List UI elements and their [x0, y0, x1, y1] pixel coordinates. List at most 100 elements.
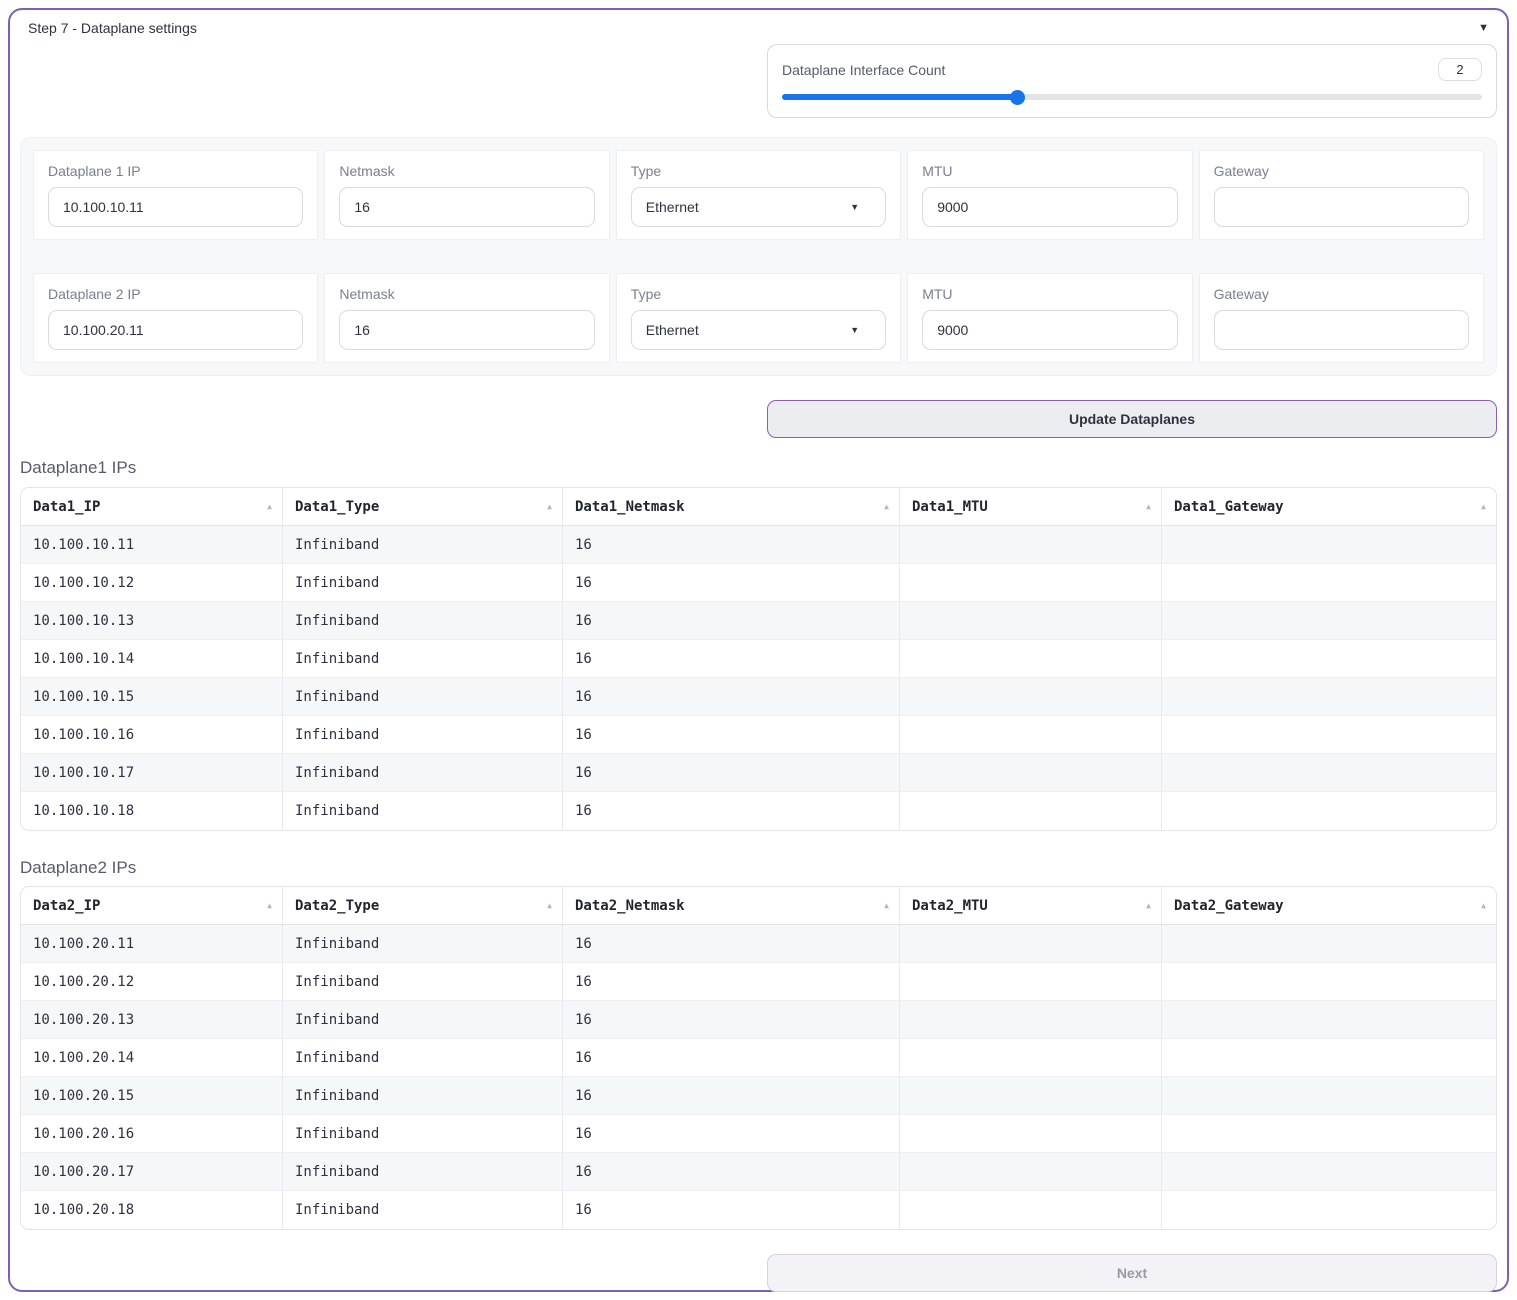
table-cell[interactable] [899, 1077, 1161, 1115]
table-cell[interactable]: 10.100.20.14 [21, 1039, 282, 1077]
table-cell[interactable] [899, 1191, 1161, 1229]
table-cell[interactable] [899, 678, 1161, 716]
table-cell[interactable]: 10.100.10.15 [21, 678, 282, 716]
table-cell[interactable]: Infiniband [282, 925, 562, 963]
table-cell[interactable] [1161, 792, 1496, 830]
column-header-data2-ip[interactable]: Data2_IP▲ [21, 887, 282, 925]
table-cell[interactable]: 10.100.20.17 [21, 1153, 282, 1191]
table-cell[interactable] [899, 1153, 1161, 1191]
table-cell[interactable]: Infiniband [282, 792, 562, 830]
table-cell[interactable]: 16 [562, 1191, 899, 1229]
table-cell[interactable]: 10.100.10.11 [21, 526, 282, 564]
table-cell[interactable] [899, 526, 1161, 564]
table-cell[interactable]: 16 [562, 564, 899, 602]
slider-value-box[interactable]: 2 [1438, 58, 1482, 81]
collapse-icon[interactable]: ▼ [1478, 20, 1489, 36]
table-cell[interactable]: Infiniband [282, 754, 562, 792]
slider-thumb[interactable] [1010, 90, 1025, 105]
table-cell[interactable]: 16 [562, 1077, 899, 1115]
table-cell[interactable]: 10.100.20.18 [21, 1191, 282, 1229]
table-cell[interactable] [899, 963, 1161, 1001]
table-cell[interactable] [1161, 1077, 1496, 1115]
gateway-input[interactable] [1214, 310, 1469, 350]
gateway-input[interactable] [1214, 187, 1469, 227]
table-cell[interactable] [1161, 925, 1496, 963]
table-cell[interactable] [1161, 678, 1496, 716]
next-button[interactable]: Next [767, 1254, 1497, 1292]
column-header-data1-netmask[interactable]: Data1_Netmask▲ [562, 488, 899, 526]
table-cell[interactable]: 10.100.10.13 [21, 602, 282, 640]
table-cell[interactable]: Infiniband [282, 716, 562, 754]
table-cell[interactable] [899, 1039, 1161, 1077]
table-cell[interactable] [1161, 1153, 1496, 1191]
table-cell[interactable]: Infiniband [282, 963, 562, 1001]
table-cell[interactable]: 16 [562, 1039, 899, 1077]
mtu-input[interactable] [922, 187, 1177, 227]
type-select[interactable]: Ethernet▼ [631, 310, 886, 350]
column-header-data2-type[interactable]: Data2_Type▲ [282, 887, 562, 925]
table-cell[interactable] [899, 1001, 1161, 1039]
table-cell[interactable]: 16 [562, 754, 899, 792]
table-cell[interactable] [1161, 640, 1496, 678]
table-cell[interactable]: 10.100.10.17 [21, 754, 282, 792]
table-cell[interactable]: Infiniband [282, 1115, 562, 1153]
table-cell[interactable]: 16 [562, 602, 899, 640]
table-cell[interactable]: Infiniband [282, 1077, 562, 1115]
table-cell[interactable]: 16 [562, 1153, 899, 1191]
column-header-data1-ip[interactable]: Data1_IP▲ [21, 488, 282, 526]
table-cell[interactable]: 10.100.20.12 [21, 963, 282, 1001]
table-cell[interactable] [899, 602, 1161, 640]
column-header-data2-gateway[interactable]: Data2_Gateway▲ [1161, 887, 1496, 925]
table-cell[interactable] [899, 716, 1161, 754]
table-cell[interactable]: Infiniband [282, 526, 562, 564]
table-cell[interactable]: 10.100.20.11 [21, 925, 282, 963]
table-cell[interactable]: 10.100.20.16 [21, 1115, 282, 1153]
update-dataplanes-button[interactable]: Update Dataplanes [767, 400, 1497, 438]
column-header-data1-mtu[interactable]: Data1_MTU▲ [899, 488, 1161, 526]
table-cell[interactable]: 16 [562, 963, 899, 1001]
table-cell[interactable] [1161, 754, 1496, 792]
table-cell[interactable] [1161, 564, 1496, 602]
table-cell[interactable]: Infiniband [282, 564, 562, 602]
table-cell[interactable]: 10.100.10.16 [21, 716, 282, 754]
table-cell[interactable] [1161, 1001, 1496, 1039]
table-cell[interactable]: Infiniband [282, 1039, 562, 1077]
table-cell[interactable]: 16 [562, 716, 899, 754]
table-cell[interactable]: 16 [562, 1001, 899, 1039]
table-cell[interactable] [899, 1115, 1161, 1153]
table-cell[interactable] [1161, 716, 1496, 754]
table-cell[interactable]: Infiniband [282, 678, 562, 716]
column-header-data1-gateway[interactable]: Data1_Gateway▲ [1161, 488, 1496, 526]
table-cell[interactable] [1161, 526, 1496, 564]
table-cell[interactable]: Infiniband [282, 1001, 562, 1039]
table-cell[interactable] [899, 754, 1161, 792]
column-header-data2-mtu[interactable]: Data2_MTU▲ [899, 887, 1161, 925]
table-cell[interactable] [899, 792, 1161, 830]
table-cell[interactable]: Infiniband [282, 602, 562, 640]
netmask-input[interactable] [339, 310, 594, 350]
table-cell[interactable] [1161, 602, 1496, 640]
column-header-data2-netmask[interactable]: Data2_Netmask▲ [562, 887, 899, 925]
table-cell[interactable]: 10.100.10.12 [21, 564, 282, 602]
table-cell[interactable]: 16 [562, 1115, 899, 1153]
dataplane-2-ip-input[interactable] [48, 310, 303, 350]
table-cell[interactable] [899, 925, 1161, 963]
table-cell[interactable]: 10.100.20.13 [21, 1001, 282, 1039]
table-cell[interactable]: 10.100.20.15 [21, 1077, 282, 1115]
table-cell[interactable]: Infiniband [282, 640, 562, 678]
column-header-data1-type[interactable]: Data1_Type▲ [282, 488, 562, 526]
table-cell[interactable]: Infiniband [282, 1191, 562, 1229]
table-cell[interactable]: 16 [562, 640, 899, 678]
mtu-input[interactable] [922, 310, 1177, 350]
type-select[interactable]: Ethernet▼ [631, 187, 886, 227]
dataplane-1-ip-input[interactable] [48, 187, 303, 227]
table-cell[interactable] [1161, 1115, 1496, 1153]
table-cell[interactable] [1161, 1191, 1496, 1229]
table-cell[interactable]: 16 [562, 678, 899, 716]
interface-count-slider[interactable] [782, 94, 1482, 100]
netmask-input[interactable] [339, 187, 594, 227]
table-cell[interactable]: 16 [562, 925, 899, 963]
table-cell[interactable]: Infiniband [282, 1153, 562, 1191]
table-cell[interactable]: 16 [562, 792, 899, 830]
table-cell[interactable] [899, 564, 1161, 602]
